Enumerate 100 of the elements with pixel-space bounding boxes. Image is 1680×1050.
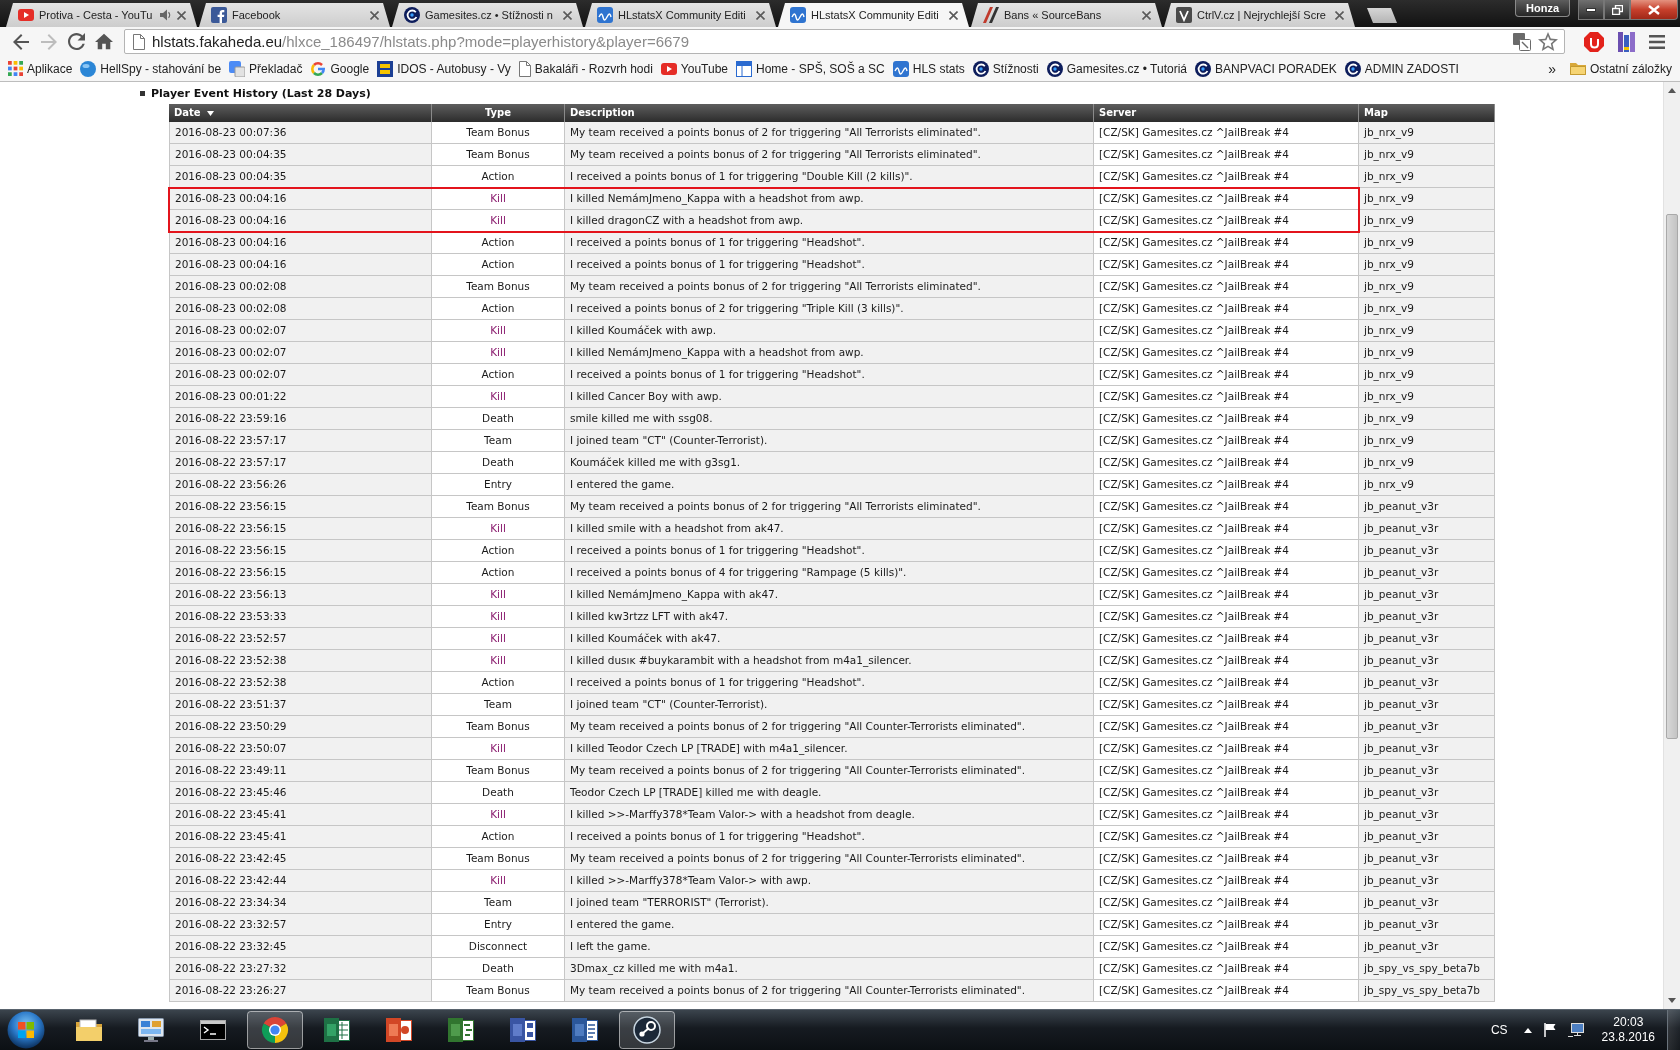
description-cell: I received a points bonus of 2 for triggering "Triple Kill (3 kills)". [565,298,1094,320]
bookmark[interactable]: Bakaláři - Rozvrh hodi [514,57,657,80]
map-cell: jb_nrx_v9 [1359,430,1495,452]
bookmarks-overflow-button[interactable]: » [1544,57,1560,80]
clock-date[interactable]: 23.8.2016 [1601,1030,1655,1045]
column-header[interactable]: Map [1359,104,1495,122]
address-field[interactable]: hlstats.fakaheda.eu/hlxce_186497/hlstats.php?mode=playerhistory&player=6679 [124,29,1565,54]
browser-tab[interactable]: Protiva - Cesta - YouTu [6,3,197,27]
close-icon[interactable] [563,10,572,20]
bookmark[interactable]: Gamesites.cz • Tutoriá [1042,57,1192,80]
bullet-icon [140,90,145,96]
new-tab-button[interactable] [1367,8,1397,23]
clock-time[interactable]: 20:03 [1613,1015,1644,1030]
server-cell: [CZ/SK] Gamesites.cz ^JailBreak #4 [1094,694,1359,716]
browser-icon[interactable] [247,1011,303,1049]
browser-tab[interactable]: Bans « SourceBans [971,3,1162,27]
presentation-icon[interactable] [384,1015,414,1045]
home-icon[interactable] [95,33,113,50]
browser-tab[interactable]: Facebook [199,3,390,27]
bookmark[interactable]: Home - SPŠ, SOŠ a SC [732,57,889,80]
close-icon[interactable] [370,10,379,20]
server-cell: [CZ/SK] Gamesites.cz ^JailBreak #4 [1094,606,1359,628]
browser-tab[interactable]: HLstatsX Community Editi [778,3,969,27]
bookmark[interactable]: ADMIN ZADOSTI [1340,57,1463,80]
restore-button[interactable] [1604,0,1630,20]
type-cell: Kill [432,870,565,892]
scrollbar-thumb[interactable] [1666,214,1678,739]
date-cell: 2016-08-22 23:56:26 [169,474,432,496]
restore-icon [1611,4,1623,15]
close-icon[interactable] [177,10,186,20]
bookmark[interactable]: Aplikace [4,57,77,80]
browser-tab[interactable]: HLstatsX Community Editi [585,3,776,27]
bookmark[interactable]: Překladač [225,57,307,80]
language-indicator[interactable]: CS [1490,1023,1508,1037]
tray-arrow-icon[interactable] [1523,1027,1532,1033]
translate-icon[interactable] [1513,32,1531,51]
column-header[interactable]: Date [169,104,432,122]
start-icon[interactable] [7,1011,45,1049]
type-cell: Team Bonus [432,760,565,782]
close-icon[interactable] [1142,10,1151,20]
profile-button[interactable]: Honza [1515,0,1570,17]
close-icon[interactable] [756,10,765,20]
column-header[interactable]: Server [1094,104,1359,122]
reload-icon[interactable] [68,33,85,50]
close-icon[interactable] [949,10,958,20]
type-cell: Death [432,452,565,474]
bookmark[interactable]: YouTube [656,57,732,80]
page-icon [518,60,531,77]
bookmark[interactable]: HLS stats [888,57,969,80]
close-button[interactable] [1630,0,1678,20]
stop-sign-icon[interactable] [1584,31,1604,52]
bars-icon[interactable] [1618,31,1635,52]
date-cell: 2016-08-22 23:42:45 [169,848,432,870]
column-header[interactable]: Type [432,104,565,122]
browser-tab[interactable]: CtrlV.cz | Nejrychlejší Scre [1164,3,1355,27]
map-cell: jb_peanut_v3r [1359,694,1495,716]
type-cell: Kill [432,584,565,606]
control-panel-icon[interactable] [136,1015,166,1045]
game-client-icon[interactable] [619,1011,675,1049]
bookmark[interactable]: Stížnosti [968,57,1043,80]
server-cell: [CZ/SK] Gamesites.cz ^JailBreak #4 [1094,672,1359,694]
star-icon[interactable] [1538,32,1558,51]
minimize-icon [1586,7,1596,12]
planner-icon[interactable] [446,1015,476,1045]
server-cell: [CZ/SK] Gamesites.cz ^JailBreak #4 [1094,452,1359,474]
scrollbar[interactable] [1663,82,1680,1009]
network-icon[interactable] [1567,1023,1584,1037]
back-icon[interactable] [12,33,30,50]
speaker-icon[interactable] [160,9,172,21]
spreadsheet-icon[interactable] [322,1015,352,1045]
minimize-button[interactable] [1578,0,1604,20]
server-cell: [CZ/SK] Gamesites.cz ^JailBreak #4 [1094,144,1359,166]
bookmark[interactable]: HellSpy - stahování be [76,57,226,80]
scroll-down-icon[interactable] [1668,998,1676,1003]
server-cell: [CZ/SK] Gamesites.cz ^JailBreak #4 [1094,386,1359,408]
g-logo-icon [310,60,327,77]
close-icon[interactable] [1335,10,1344,20]
date-cell: 2016-08-22 23:59:16 [169,408,432,430]
bookmark[interactable]: Google [306,57,374,80]
menu-icon[interactable] [1649,34,1665,49]
browser-tab[interactable]: Gamesites.cz • Stížnosti n [392,3,583,27]
bookmark[interactable]: IDOS - Autobusy - Vy [373,57,515,80]
close-icon [1648,4,1660,15]
show-desktop-button[interactable] [1667,1010,1680,1050]
column-header[interactable]: Description [565,104,1094,122]
translate-icon [229,60,246,77]
description-cell: My team received a points bonus of 2 for triggering "All Terrorists eliminated". [565,276,1094,298]
description-cell: I killed Koumáček with awp. [565,320,1094,342]
scroll-up-icon[interactable] [1668,88,1676,93]
flag-icon[interactable] [1543,1023,1556,1037]
date-cell: 2016-08-23 00:01:22 [169,386,432,408]
bookmark-folder[interactable]: Ostatní záložky [1565,57,1676,80]
bookmark[interactable]: BANPVACI PORADEK [1191,57,1341,80]
document-icon[interactable] [570,1015,600,1045]
map-cell: jb_peanut_v3r [1359,518,1495,540]
map-cell: jb_peanut_v3r [1359,782,1495,804]
map-cell: jb_nrx_v9 [1359,210,1495,232]
diagram-icon[interactable] [508,1015,538,1045]
server-cell: [CZ/SK] Gamesites.cz ^JailBreak #4 [1094,826,1359,848]
type-cell: Kill [432,518,565,540]
